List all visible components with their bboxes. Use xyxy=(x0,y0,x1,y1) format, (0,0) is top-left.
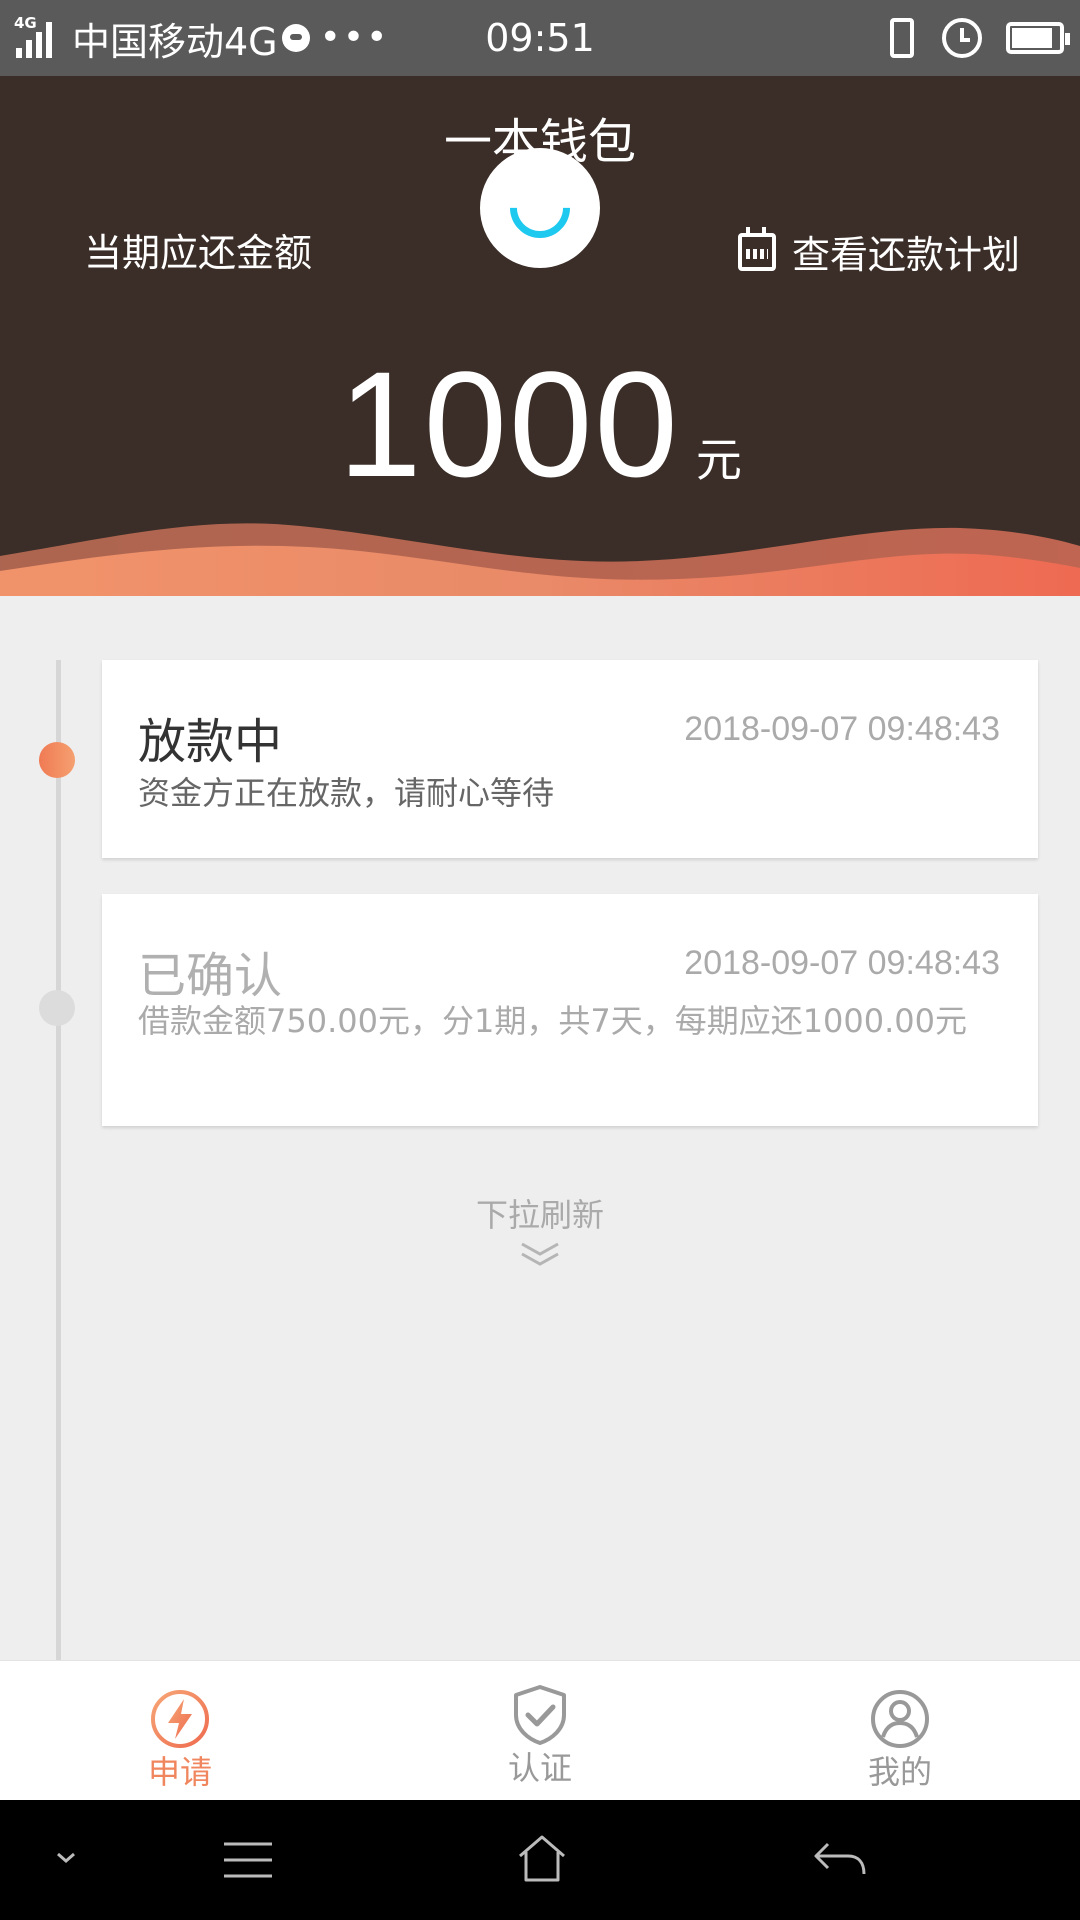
tab-mine[interactable]: 我的 xyxy=(800,1661,1000,1801)
timeline-status: 已确认 xyxy=(138,948,283,1004)
view-repayment-plan-link[interactable]: 查看还款计划 xyxy=(737,224,1020,279)
timeline-status: 放款中 xyxy=(138,714,283,770)
timeline-dot-active xyxy=(39,742,75,778)
lightning-icon xyxy=(151,1690,209,1748)
home-icon[interactable] xyxy=(516,1834,568,1884)
bottom-tab-bar: 申请 认证 我的 xyxy=(0,1660,1080,1800)
calendar-icon xyxy=(737,226,776,271)
menu-icon[interactable] xyxy=(222,1840,274,1880)
shield-check-icon xyxy=(514,1685,566,1745)
timeline-description: 资金方正在放款，请耐心等待 xyxy=(138,774,555,812)
user-icon xyxy=(871,1690,929,1748)
timeline-description: 借款金额750.00元，分1期，共7天，每期应还1000.00元 xyxy=(138,1002,968,1040)
back-icon[interactable] xyxy=(812,1838,868,1880)
vibrate-icon xyxy=(890,18,914,58)
pull-to-refresh-hint: 下拉刷新 xyxy=(475,1196,604,1234)
tab-verification[interactable]: 认证 xyxy=(440,1661,640,1801)
chevron-down-icon[interactable] xyxy=(54,1850,78,1866)
timeline-timestamp: 2018-09-07 09:48:43 xyxy=(684,710,1000,748)
due-amount-label: 当期应还金额 xyxy=(84,231,313,275)
timeline-card-confirmed: 已确认 2018-09-07 09:48:43 借款金额750.00元，分1期，… xyxy=(102,894,1038,1126)
tab-apply-label: 申请 xyxy=(147,1753,212,1791)
loading-spinner-icon xyxy=(480,148,600,268)
tab-mine-label: 我的 xyxy=(867,1753,932,1791)
view-repayment-plan-label: 查看还款计划 xyxy=(791,233,1020,277)
due-amount-unit: 元 xyxy=(695,433,742,487)
double-chevron-down-icon xyxy=(521,1242,559,1266)
header-wave-decoration xyxy=(0,523,1080,596)
timeline-line xyxy=(56,660,61,1660)
battery-icon xyxy=(1006,22,1070,54)
timeline-timestamp: 2018-09-07 09:48:43 xyxy=(684,944,1000,982)
tab-apply[interactable]: 申请 xyxy=(80,1661,280,1801)
status-bar: 4G 中国移动4G ••• 09:51 xyxy=(0,0,1080,76)
repayment-header: 一本钱包 当期应还金额 查看还款计划 1000 元 xyxy=(0,76,1080,596)
system-nav-bar xyxy=(0,1800,1080,1920)
due-amount: 1000 元 xyxy=(0,338,1080,511)
timeline-card-disbursing: 放款中 2018-09-07 09:48:43 资金方正在放款，请耐心等待 xyxy=(102,660,1038,858)
tab-verification-label: 认证 xyxy=(507,1749,572,1787)
alarm-icon xyxy=(942,18,982,58)
due-amount-value: 1000 xyxy=(338,340,680,508)
timeline-dot-inactive xyxy=(39,990,75,1026)
